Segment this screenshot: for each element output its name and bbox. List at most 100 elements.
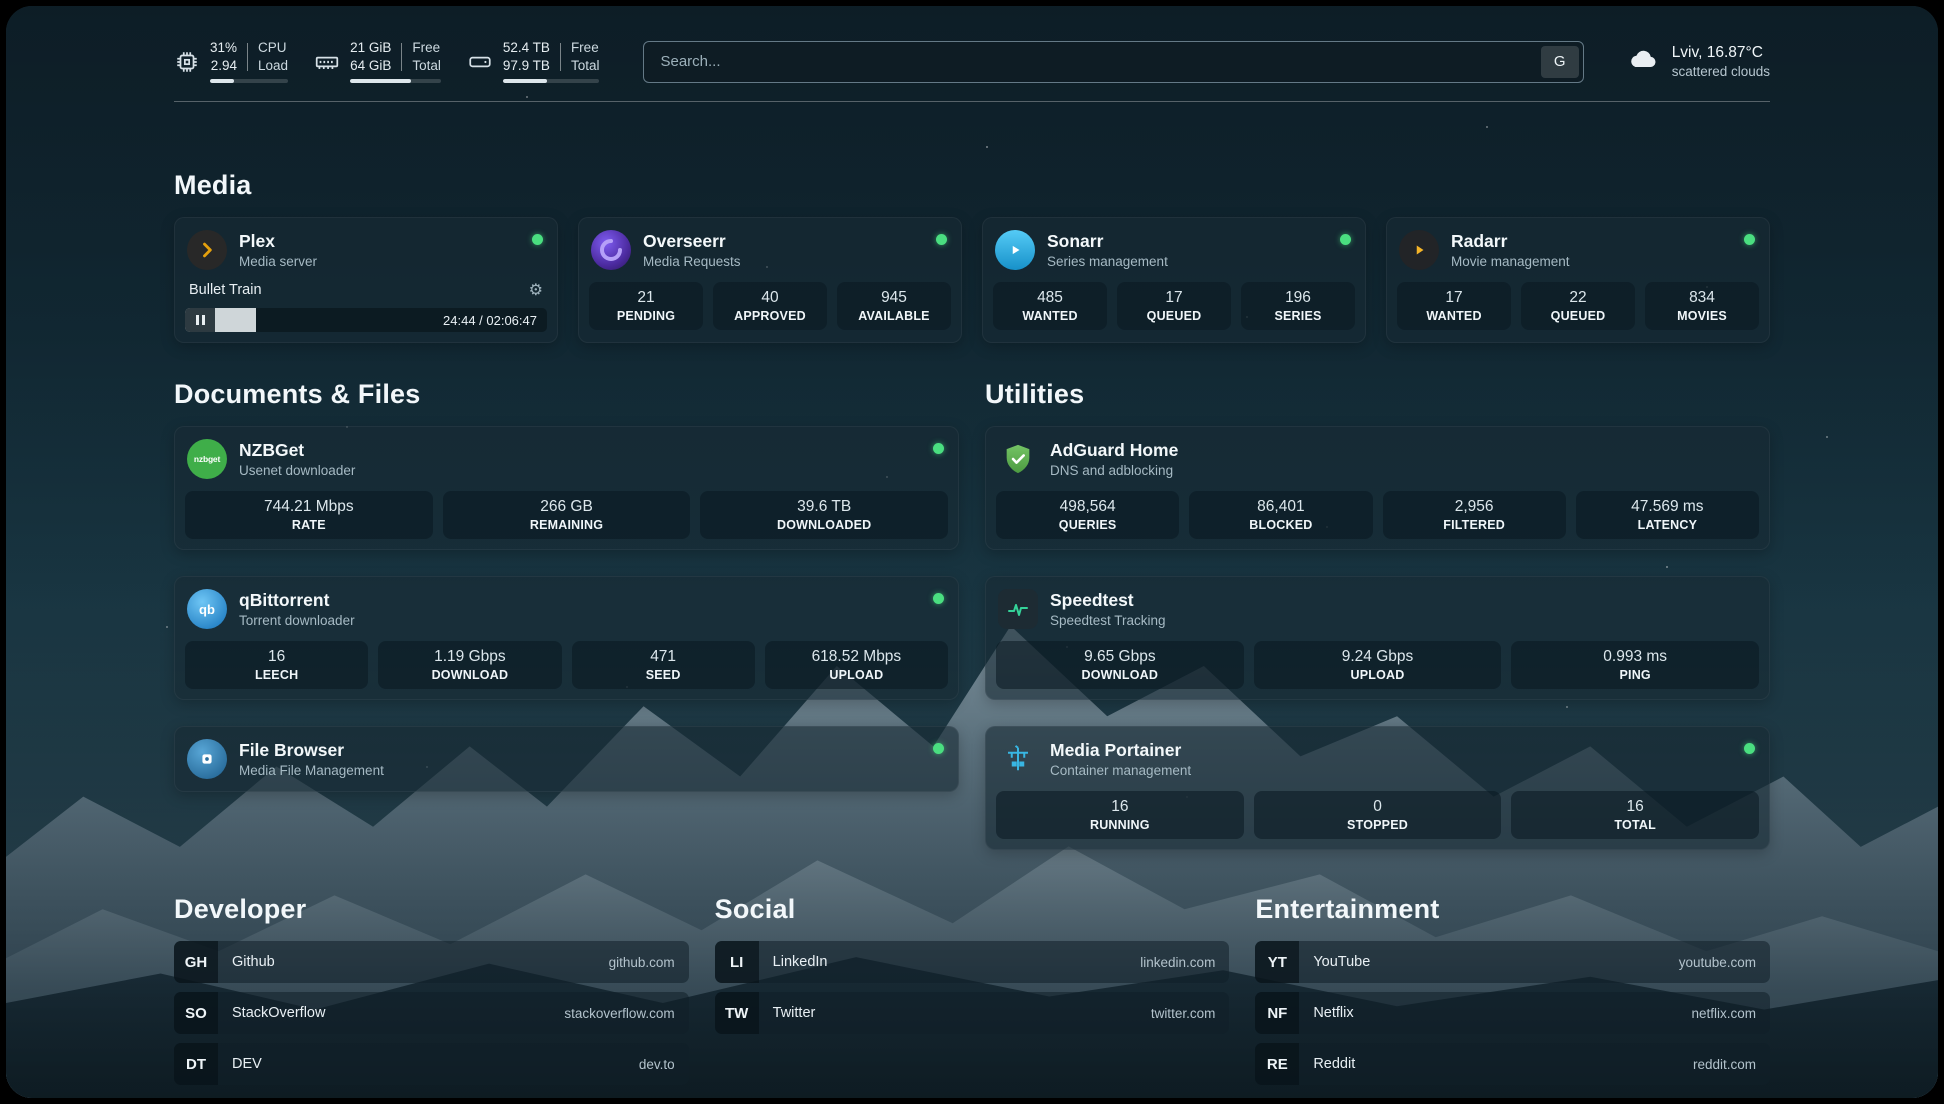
service-header: AdGuard Home DNS and adblocking <box>996 437 1759 481</box>
service-name: AdGuard Home <box>1050 440 1178 461</box>
stat-box: 40 APPROVED <box>713 282 827 330</box>
bookmark-dev[interactable]: DT DEV dev.to <box>174 1043 689 1085</box>
filebrowser-card[interactable]: File Browser Media File Management <box>174 726 959 792</box>
bookmark-name: Reddit <box>1313 1056 1355 1072</box>
service-header: nzbget NZBGet Usenet downloader <box>185 437 948 481</box>
cpu-usage-value: 31% <box>210 40 237 56</box>
service-titles: Overseerr Media Requests <box>643 231 741 269</box>
service-titles: Sonarr Series management <box>1047 231 1168 269</box>
bookmark-reddit[interactable]: RE Reddit reddit.com <box>1255 1043 1770 1085</box>
bookmarks-row: Developer GH Github github.com SO StackO… <box>174 894 1770 1085</box>
service-subtitle: Usenet downloader <box>239 463 355 478</box>
memory-total-label: Total <box>412 58 441 74</box>
cpu-load-label: Load <box>258 58 288 74</box>
stat-value: 86,401 <box>1257 498 1304 516</box>
media-cards-row: Plex Media server Bullet Train ⚙ 24:44 /… <box>174 217 1770 343</box>
stat-label: TOTAL <box>1614 818 1656 832</box>
qbittorrent-icon-text: qb <box>199 602 215 617</box>
stat-label: DOWNLOADED <box>777 518 871 532</box>
bookmark-github[interactable]: GH Github github.com <box>174 941 689 983</box>
nzbget-icon-text: nzbget <box>194 454 220 464</box>
bookmark-abbr: LI <box>715 941 759 983</box>
bookmark-name: LinkedIn <box>773 954 828 970</box>
section-media: Media Plex Media server <box>174 170 1770 343</box>
stat-box: 39.6 TB DOWNLOADED <box>700 491 948 539</box>
radarr-card[interactable]: Radarr Movie management 17 WANTED 22 QUE… <box>1386 217 1770 343</box>
service-name: Speedtest <box>1050 590 1166 611</box>
stat-label: UPLOAD <box>1351 668 1405 682</box>
stat-box: 22 QUEUED <box>1521 282 1635 330</box>
pause-button[interactable] <box>185 308 215 332</box>
stat-value: 266 GB <box>540 498 593 516</box>
stat-box: 0.993 ms PING <box>1511 641 1759 689</box>
disk-free-value: 52.4 TB <box>503 40 550 56</box>
service-subtitle: Movie management <box>1451 254 1570 269</box>
service-name: Sonarr <box>1047 231 1168 252</box>
status-dot <box>1340 234 1351 245</box>
speedtest-card[interactable]: Speedtest Speedtest Tracking 9.65 Gbps D… <box>985 576 1770 700</box>
settings-gear-icon[interactable]: ⚙ <box>529 280 543 300</box>
qbittorrent-card[interactable]: qb qBittorrent Torrent downloader 16 <box>174 576 959 700</box>
section-social: Social LI LinkedIn linkedin.com TW Twitt… <box>715 894 1230 1085</box>
search-engine-button[interactable]: G <box>1541 46 1579 78</box>
plex-progress-bar[interactable]: 24:44 / 02:06:47 <box>185 308 547 332</box>
nzbget-card[interactable]: nzbget NZBGet Usenet downloader 744.21 M… <box>174 426 959 550</box>
stat-value: 498,564 <box>1060 498 1116 516</box>
service-header: Overseerr Media Requests <box>589 228 951 272</box>
bookmark-name: DEV <box>232 1056 262 1072</box>
stat-label: DOWNLOAD <box>1082 668 1159 682</box>
stat-value: 17 <box>1445 289 1462 307</box>
sonarr-card[interactable]: Sonarr Series management 485 WANTED 17 Q… <box>982 217 1366 343</box>
bookmark-stackoverflow[interactable]: SO StackOverflow stackoverflow.com <box>174 992 689 1034</box>
bookmark-netflix[interactable]: NF Netflix netflix.com <box>1255 992 1770 1034</box>
overseerr-card[interactable]: Overseerr Media Requests 21 PENDING 40 A… <box>578 217 962 343</box>
bookmark-linkedin[interactable]: LI LinkedIn linkedin.com <box>715 941 1230 983</box>
stat-label: WANTED <box>1022 309 1077 323</box>
radarr-icon <box>1399 230 1439 270</box>
weather-texts: Lviv, 16.87°C scattered clouds <box>1672 44 1770 79</box>
stat-box: 47.569 ms LATENCY <box>1576 491 1759 539</box>
media-heading: Media <box>174 170 1770 201</box>
filebrowser-icon <box>187 739 227 779</box>
stat-box: 17 WANTED <box>1397 282 1511 330</box>
service-header: Radarr Movie management <box>1397 228 1759 272</box>
memory-widget-body: 21 GiB 64 GiB Free Total <box>350 40 441 83</box>
bookmark-url: dev.to <box>639 1057 675 1072</box>
bookmark-url: github.com <box>609 955 675 970</box>
stat-label: LATENCY <box>1638 518 1698 532</box>
weather-condition: scattered clouds <box>1672 64 1770 79</box>
bookmark-twitter[interactable]: TW Twitter twitter.com <box>715 992 1230 1034</box>
portainer-card[interactable]: Media Portainer Container management 16 … <box>985 726 1770 850</box>
service-header: Sonarr Series management <box>993 228 1355 272</box>
plex-card[interactable]: Plex Media server Bullet Train ⚙ 24:44 /… <box>174 217 558 343</box>
stat-value: 16 <box>268 648 285 666</box>
stats-row: 16 RUNNING 0 STOPPED 16 TOTAL <box>996 791 1759 839</box>
bookmark-youtube[interactable]: YT YouTube youtube.com <box>1255 941 1770 983</box>
stat-box: 1.19 Gbps DOWNLOAD <box>378 641 561 689</box>
service-subtitle: DNS and adblocking <box>1050 463 1178 478</box>
stat-label: RATE <box>292 518 326 532</box>
service-name: File Browser <box>239 740 384 761</box>
stat-value: 9.24 Gbps <box>1342 648 1414 666</box>
bookmark-name: Twitter <box>773 1005 816 1021</box>
stat-box: 16 RUNNING <box>996 791 1244 839</box>
bookmark-name: Netflix <box>1313 1005 1353 1021</box>
documents-heading: Documents & Files <box>174 379 959 410</box>
adguard-card[interactable]: AdGuard Home DNS and adblocking 498,564 … <box>985 426 1770 550</box>
service-name: NZBGet <box>239 440 355 461</box>
cpu-usage-fill <box>210 79 234 83</box>
memory-free-label: Free <box>412 40 441 56</box>
bookmark-url: stackoverflow.com <box>564 1006 674 1021</box>
service-titles: Radarr Movie management <box>1451 231 1570 269</box>
top-bar: 31% 2.94 CPU Load <box>174 40 1770 83</box>
stat-box: 196 SERIES <box>1241 282 1355 330</box>
bookmark-abbr: RE <box>1255 1043 1299 1085</box>
service-subtitle: Torrent downloader <box>239 613 355 628</box>
stat-value: 39.6 TB <box>797 498 851 516</box>
stat-value: 744.21 Mbps <box>264 498 354 516</box>
stat-box: 0 STOPPED <box>1254 791 1502 839</box>
service-titles: File Browser Media File Management <box>239 740 384 778</box>
search-input[interactable] <box>643 41 1583 83</box>
cpu-widget-body: 31% 2.94 CPU Load <box>210 40 288 83</box>
utilities-heading: Utilities <box>985 379 1770 410</box>
